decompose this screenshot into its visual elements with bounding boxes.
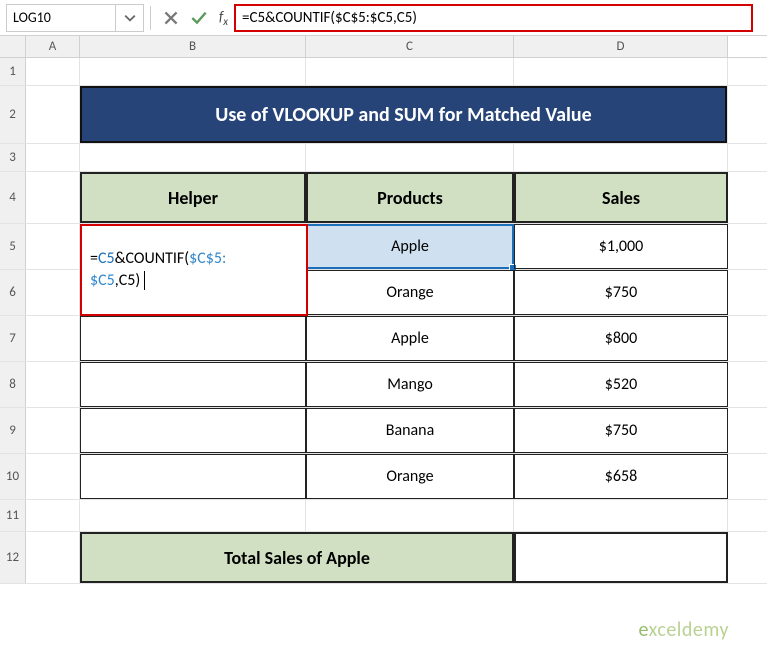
cell-C7[interactable]: Apple [306, 316, 514, 361]
row-3: 3 [0, 144, 767, 172]
enter-button[interactable] [185, 4, 213, 32]
name-box[interactable]: LOG10 [6, 4, 116, 32]
cell-C11[interactable] [306, 500, 514, 531]
row-header-9[interactable]: 9 [0, 408, 26, 453]
cell-A1[interactable] [26, 58, 80, 85]
watermark: exceldemy [639, 618, 729, 642]
column-headers: A B C D [0, 36, 767, 58]
total-label-cell[interactable]: Total Sales of Apple [80, 532, 514, 583]
cell-D11[interactable] [514, 500, 728, 531]
row-header-1[interactable]: 1 [0, 58, 26, 85]
cell-D8[interactable]: $520 [514, 362, 728, 407]
row-10: 10 Orange $658 [0, 454, 767, 500]
cell-C10[interactable]: Orange [306, 454, 514, 499]
header-products[interactable]: Products [306, 172, 514, 223]
cell-B7[interactable] [80, 316, 306, 361]
header-helper[interactable]: Helper [80, 172, 306, 223]
row-header-12[interactable]: 12 [0, 532, 26, 583]
cell-D9[interactable]: $750 [514, 408, 728, 453]
row-header-10[interactable]: 10 [0, 454, 26, 499]
cell-editor-B5[interactable]: =C5&COUNTIF($C$5: $C5,C5) [80, 224, 308, 316]
row-header-6[interactable]: 6 [0, 270, 26, 315]
cell-A11[interactable] [26, 500, 80, 531]
row-2: 2 Use of VLOOKUP and SUM for Matched Val… [0, 86, 767, 144]
cancel-button[interactable] [157, 4, 185, 32]
row-4: 4 Helper Products Sales [0, 172, 767, 224]
col-header-D[interactable]: D [514, 36, 728, 57]
name-box-value: LOG10 [13, 9, 51, 26]
cell-A8[interactable] [26, 362, 80, 407]
cell-editor-line1: =C5&COUNTIF($C$5: [90, 248, 298, 270]
row-8: 8 Mango $520 [0, 362, 767, 408]
spreadsheet-grid: A B C D 1 2 Use of VLOOKUP and SUM for M… [0, 36, 767, 660]
watermark-rest: xceldemy [649, 618, 729, 642]
cell-B8[interactable] [80, 362, 306, 407]
cell-D3[interactable] [514, 144, 728, 171]
row-12: 12 Total Sales of Apple [0, 532, 767, 584]
cell-A4[interactable] [26, 172, 80, 223]
header-sales[interactable]: Sales [514, 172, 728, 223]
cell-A10[interactable] [26, 454, 80, 499]
fx-label: fx [219, 8, 228, 28]
cell-C3[interactable] [306, 144, 514, 171]
rows-container: 1 2 Use of VLOOKUP and SUM for Matched V… [0, 58, 767, 584]
row-header-7[interactable]: 7 [0, 316, 26, 361]
cell-D10[interactable]: $658 [514, 454, 728, 499]
total-value-cell[interactable] [514, 532, 728, 583]
check-icon [191, 10, 207, 26]
row-7: 7 Apple $800 [0, 316, 767, 362]
row-header-2[interactable]: 2 [0, 86, 26, 143]
cell-B9[interactable] [80, 408, 306, 453]
col-header-C[interactable]: C [306, 36, 514, 57]
col-header-A[interactable]: A [26, 36, 80, 57]
row-header-8[interactable]: 8 [0, 362, 26, 407]
cell-D6[interactable]: $750 [514, 270, 728, 315]
cell-A2[interactable] [26, 86, 80, 143]
cell-C9[interactable]: Banana [306, 408, 514, 453]
row-header-5[interactable]: 5 [0, 224, 26, 269]
cell-C6[interactable]: Orange [306, 270, 514, 315]
formula-input[interactable]: =C5&COUNTIF($C$5:$C5,C5) [234, 4, 753, 32]
cell-C1[interactable] [306, 58, 514, 85]
cell-C5-value: Apple [391, 237, 429, 256]
cell-D1[interactable] [514, 58, 728, 85]
cell-C8[interactable]: Mango [306, 362, 514, 407]
watermark-e: e [639, 618, 649, 642]
name-box-dropdown[interactable] [116, 4, 144, 32]
cell-A5[interactable] [26, 224, 80, 269]
row-header-11[interactable]: 11 [0, 500, 26, 531]
cell-A6[interactable] [26, 270, 80, 315]
chevron-down-icon [124, 12, 136, 24]
title-banner: Use of VLOOKUP and SUM for Matched Value [80, 86, 727, 143]
cell-D5[interactable]: $1,000 [514, 224, 728, 269]
x-icon [164, 11, 178, 25]
select-all-corner[interactable] [0, 36, 26, 57]
cell-C5[interactable]: Apple [306, 224, 514, 269]
formula-text: =C5&COUNTIF($C$5:$C5,C5) [242, 9, 417, 27]
row-11: 11 [0, 500, 767, 532]
row-header-4[interactable]: 4 [0, 172, 26, 223]
cell-A12[interactable] [26, 532, 80, 583]
cell-B10[interactable] [80, 454, 306, 499]
cell-B11[interactable] [80, 500, 306, 531]
separator [150, 6, 151, 30]
cell-B1[interactable] [80, 58, 306, 85]
cell-B3[interactable] [80, 144, 306, 171]
row-1: 1 [0, 58, 767, 86]
cell-A3[interactable] [26, 144, 80, 171]
cell-D7[interactable]: $800 [514, 316, 728, 361]
row-header-3[interactable]: 3 [0, 144, 26, 171]
cell-editor-line2: $C5,C5) [90, 270, 298, 292]
row-9: 9 Banana $750 [0, 408, 767, 454]
title-cell[interactable]: Use of VLOOKUP and SUM for Matched Value [80, 86, 728, 143]
formula-bar: LOG10 fx =C5&COUNTIF($C$5:$C5,C5) [0, 0, 767, 36]
cell-A9[interactable] [26, 408, 80, 453]
col-header-B[interactable]: B [80, 36, 306, 57]
cell-A7[interactable] [26, 316, 80, 361]
